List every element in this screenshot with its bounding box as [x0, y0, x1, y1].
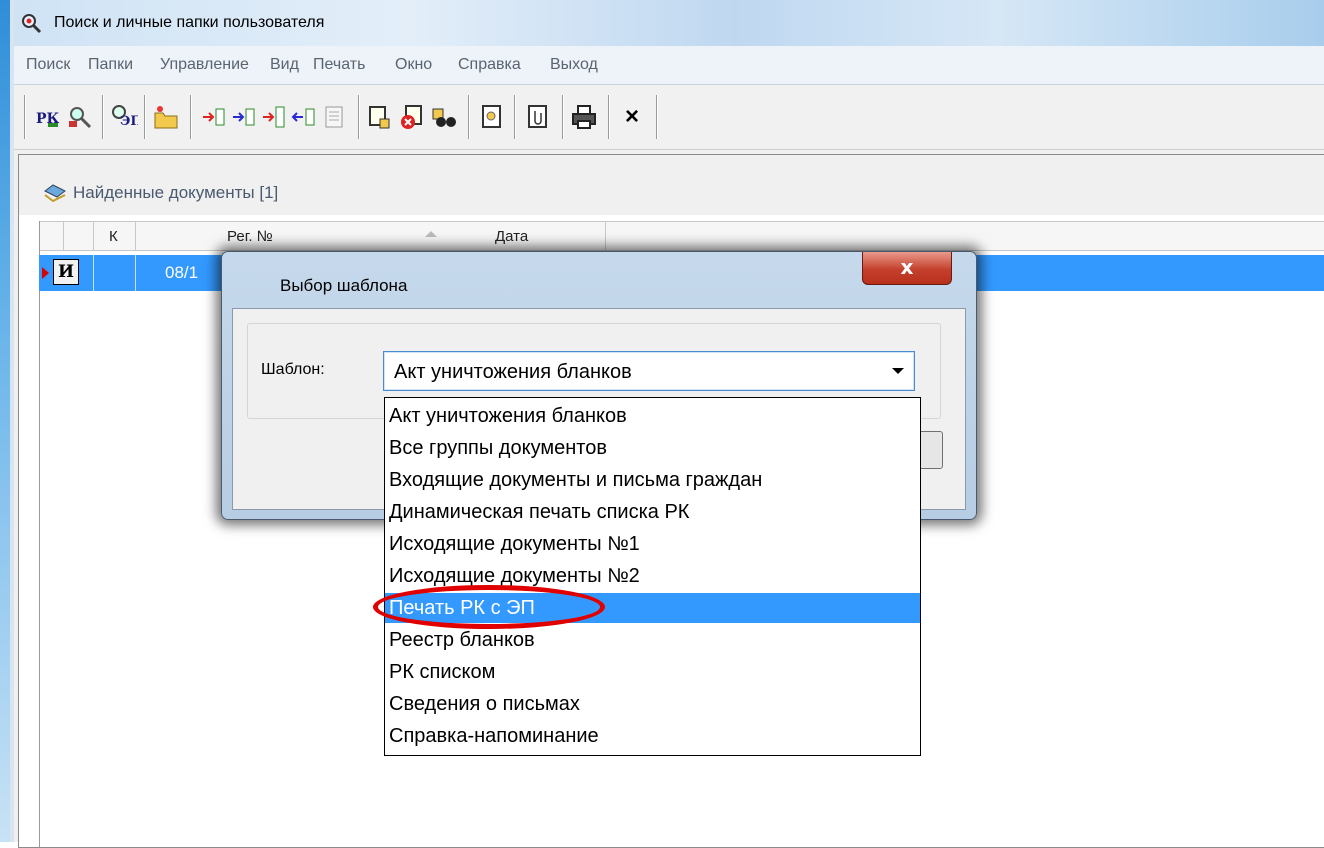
ep-icon-text: ЭП — [120, 114, 138, 129]
toolbar-grip — [24, 95, 25, 139]
toolbar-separator — [514, 95, 515, 139]
chevron-down-icon[interactable] — [892, 368, 904, 374]
add-to-folder-icon[interactable] — [200, 103, 228, 131]
toolbar-separator — [468, 95, 469, 139]
document-type-icon: И — [53, 259, 79, 285]
search-magnifier-icon — [22, 14, 42, 34]
toolbar: РК ЭП × — [14, 85, 1324, 150]
menu-item-help[interactable]: Справка — [458, 56, 521, 74]
template-label: Шаблон: — [261, 361, 325, 378]
column-divider — [605, 222, 606, 250]
move-icon[interactable] — [260, 103, 288, 131]
toolbar-separator — [358, 95, 359, 139]
panel-title: Найденные документы [1] — [73, 183, 279, 202]
view-doc-icon[interactable] — [478, 103, 506, 131]
toolbar-separator — [144, 95, 145, 139]
template-combobox[interactable]: Акт уничтожения бланков — [383, 351, 915, 391]
column-header-k[interactable]: К — [109, 228, 118, 245]
list-icon[interactable] — [320, 103, 348, 131]
sort-asc-icon — [425, 231, 437, 237]
list-item[interactable]: Акт уничтожения бланков — [385, 401, 920, 431]
template-dropdown-list: Акт уничтожения бланков Все группы докум… — [384, 397, 921, 756]
search-user-icon[interactable] — [66, 103, 94, 131]
menu-item-print[interactable]: Печать — [313, 56, 365, 74]
list-item[interactable]: Входящие документы и письма граждан — [385, 465, 920, 495]
ep-icon[interactable]: ЭП — [110, 103, 143, 131]
list-item[interactable]: Динамическая печать списка РК — [385, 497, 920, 527]
row-divider — [135, 255, 136, 291]
attachment-icon[interactable] — [524, 103, 552, 131]
window-titlebar[interactable]: Поиск и личные папки пользователя — [14, 0, 1324, 46]
current-row-marker-icon — [42, 267, 49, 279]
select-doc-icon[interactable] — [366, 103, 394, 131]
printer-icon[interactable] — [570, 103, 598, 131]
list-item[interactable]: Исходящие документы №1 — [385, 529, 920, 559]
panel-header: Найденные документы [1] — [19, 155, 1324, 215]
column-header-reg-no[interactable]: Рег. № — [227, 228, 273, 245]
menu-bar: Поиск Папки Управление Вид Печать Окно С… — [14, 46, 1324, 85]
toolbar-separator — [656, 95, 657, 139]
toolbar-separator — [608, 95, 609, 139]
row-divider — [93, 255, 94, 291]
rk-icon[interactable]: РК — [34, 103, 62, 131]
add-all-icon[interactable] — [230, 103, 258, 131]
grid-header: К Рег. № Дата — [39, 221, 1324, 251]
remove-from-folder-icon[interactable] — [290, 103, 318, 131]
list-item-selected[interactable]: Печать РК с ЭП — [385, 593, 920, 623]
toolbar-separator — [562, 95, 563, 139]
row-reg-number: 08/1 — [165, 263, 199, 282]
column-divider — [135, 222, 136, 250]
grid-left-border — [39, 221, 40, 847]
column-header-date[interactable]: Дата — [495, 228, 528, 245]
delete-doc-icon[interactable] — [398, 103, 426, 131]
toolbar-separator — [190, 95, 191, 139]
list-item[interactable]: Справка-напоминание — [385, 721, 920, 751]
menu-item-view[interactable]: Вид — [270, 56, 299, 74]
window-title: Поиск и личные папки пользователя — [54, 14, 325, 31]
list-item[interactable]: Сведения о письмах — [385, 689, 920, 719]
list-item[interactable]: РК списком — [385, 657, 920, 687]
column-divider — [93, 222, 94, 250]
column-divider — [63, 222, 64, 250]
menu-item-window[interactable]: Окно — [395, 56, 432, 74]
menu-item-search[interactable]: Поиск — [26, 56, 70, 74]
dialog-close-button[interactable]: x — [862, 252, 952, 285]
close-icon[interactable]: × — [618, 103, 646, 131]
list-item[interactable]: Все группы документов — [385, 433, 920, 463]
menu-item-folders[interactable]: Папки — [88, 56, 133, 74]
list-item[interactable]: Исходящие документы №2 — [385, 561, 920, 591]
menu-item-exit[interactable]: Выход — [550, 56, 598, 74]
list-item[interactable]: Реестр бланков — [385, 625, 920, 655]
menu-item-manage[interactable]: Управление — [160, 56, 249, 74]
template-combobox-value: Акт уничтожения бланков — [394, 361, 632, 383]
toolbar-separator — [102, 95, 103, 139]
documents-found-icon — [44, 184, 66, 203]
dialog-title: Выбор шаблона — [280, 276, 408, 295]
binoculars-icon[interactable] — [430, 103, 458, 131]
new-folder-icon[interactable] — [152, 103, 180, 131]
